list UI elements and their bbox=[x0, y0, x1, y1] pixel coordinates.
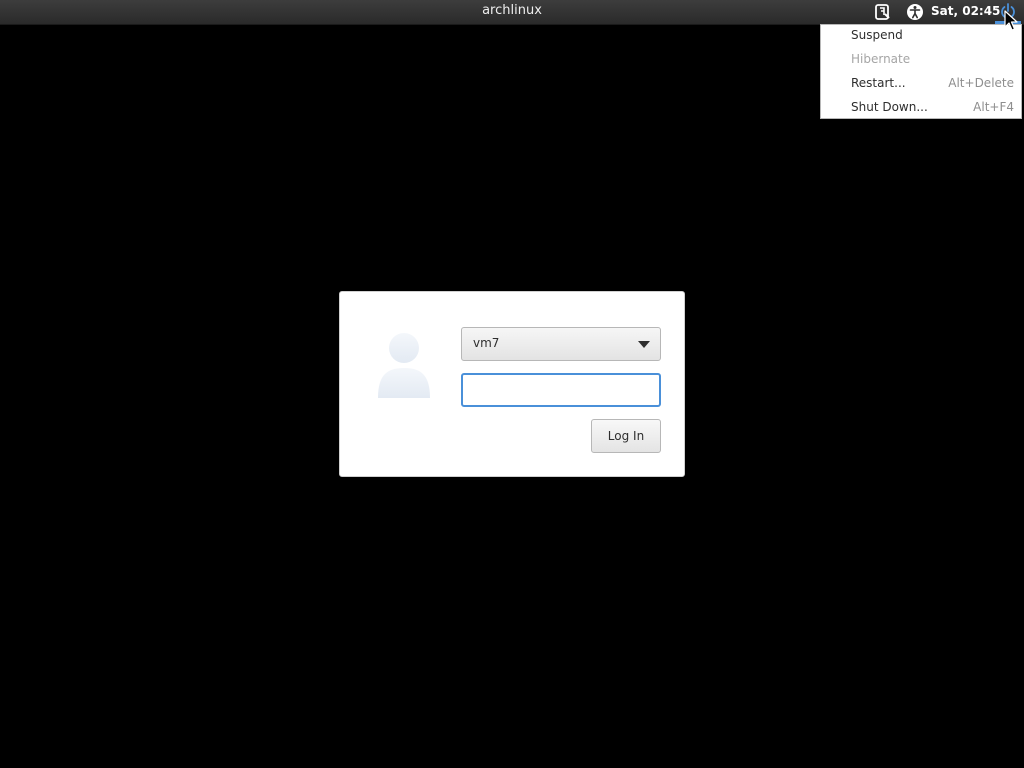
user-avatar-icon bbox=[378, 333, 430, 398]
chevron-down-icon bbox=[638, 341, 650, 348]
menu-item-shut-down[interactable]: Shut Down... Alt+F4 bbox=[821, 97, 1021, 121]
menu-item-accelerator: Alt+F4 bbox=[973, 100, 1014, 114]
menu-item-hibernate: Hibernate bbox=[821, 49, 1021, 73]
clock[interactable]: Sat, 02:45 bbox=[931, 0, 1000, 24]
menu-item-label: Restart... bbox=[851, 76, 906, 90]
hostname-label: archlinux bbox=[482, 3, 542, 18]
menu-item-suspend[interactable]: Suspend bbox=[821, 25, 1021, 49]
menu-item-label: Suspend bbox=[851, 28, 903, 42]
menu-item-restart[interactable]: Restart... Alt+Delete bbox=[821, 73, 1021, 97]
log-in-button[interactable]: Log In bbox=[591, 419, 661, 453]
mouse-pointer-icon bbox=[1004, 10, 1018, 31]
menu-item-label: Shut Down... bbox=[851, 100, 928, 114]
power-menu: Suspend Hibernate Restart... Alt+Delete … bbox=[820, 24, 1022, 119]
login-dialog: vm7 Log In bbox=[339, 291, 685, 477]
password-input[interactable] bbox=[461, 373, 661, 407]
menu-item-label: Hibernate bbox=[851, 52, 911, 66]
selected-user: vm7 bbox=[473, 336, 500, 350]
top-panel: archlinux Sat, 02:45 bbox=[0, 0, 1024, 25]
user-select-combobox[interactable]: vm7 bbox=[461, 327, 661, 361]
menu-item-accelerator: Alt+Delete bbox=[948, 76, 1014, 90]
keyboard-layout-icon[interactable] bbox=[874, 3, 892, 21]
login-screen: archlinux Sat, 02:45 Suspend Hibernate R… bbox=[0, 0, 1024, 768]
accessibility-icon[interactable] bbox=[906, 3, 924, 21]
